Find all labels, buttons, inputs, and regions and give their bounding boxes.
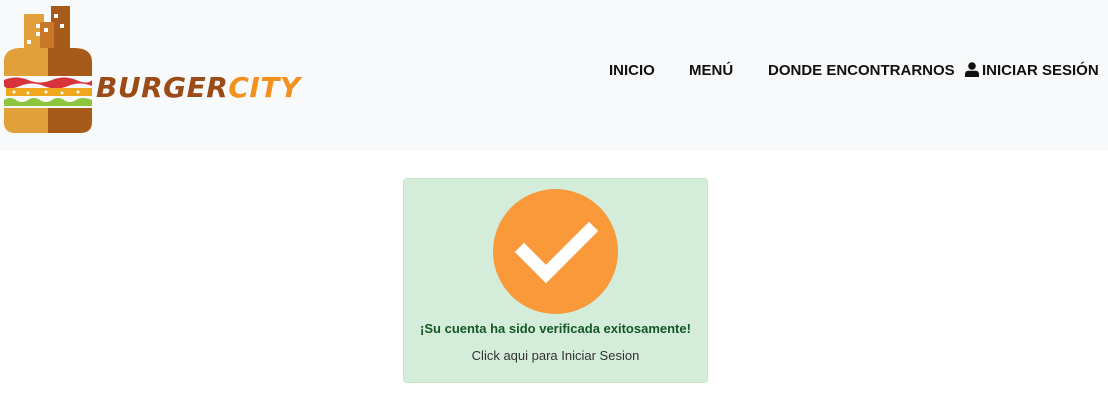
brand-name: BURGERCITY xyxy=(96,68,301,108)
brand-name-part2: CITY xyxy=(228,71,301,104)
verification-success-card: ¡Su cuenta ha sido verificada exitosamen… xyxy=(403,178,708,383)
burger-city-logo-icon xyxy=(4,6,92,133)
nav-link-donde-encontrarnos[interactable]: DONDE ENCONTRARNOS xyxy=(768,60,955,82)
nav-link-iniciar-sesion[interactable]: INICIAR SESIÓN xyxy=(965,60,1099,82)
brand-name-part1: BURGER xyxy=(96,71,229,104)
login-link[interactable]: Click aqui para Iniciar Sesion xyxy=(404,347,707,365)
brand-logo-link[interactable]: BURGERCITY xyxy=(0,0,300,151)
nav-link-inicio[interactable]: INICIO xyxy=(609,60,655,82)
user-icon xyxy=(965,62,979,77)
nav-link-iniciar-sesion-label: INICIAR SESIÓN xyxy=(982,62,1099,79)
nav-link-menu[interactable]: MENÚ xyxy=(689,60,733,82)
check-icon xyxy=(514,221,599,284)
success-badge xyxy=(493,189,618,314)
verification-message: ¡Su cuenta ha sido verificada exitosamen… xyxy=(420,321,691,336)
navbar: BURGERCITY INICIO MENÚ DONDE ENCONTRARNO… xyxy=(0,0,1108,151)
